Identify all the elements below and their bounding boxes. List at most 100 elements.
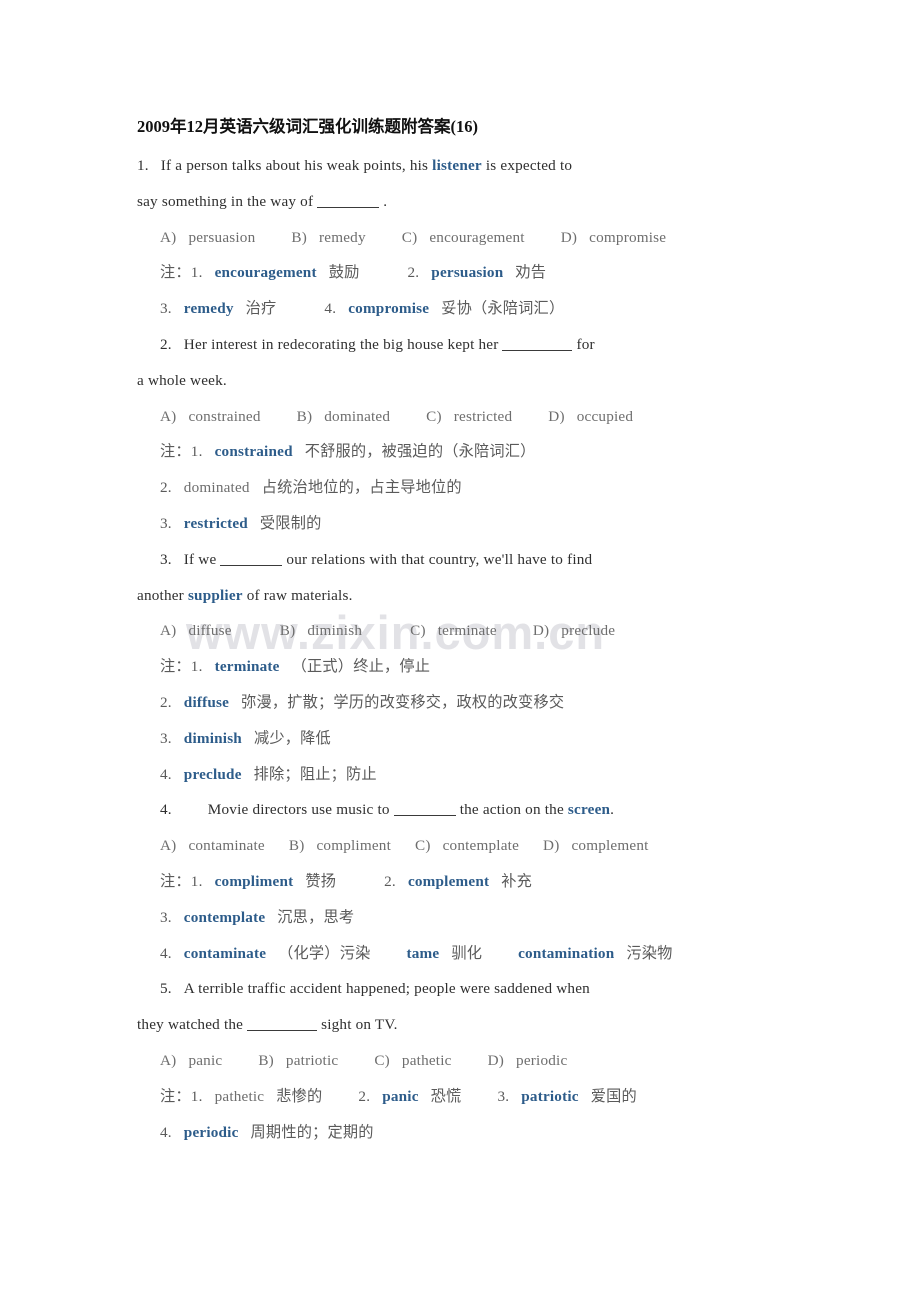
option-text-c[interactable]: restricted: [454, 408, 513, 425]
note-word-complement: complement: [407, 872, 490, 890]
note-word-diffuse: diffuse: [183, 693, 230, 711]
note-index: 4.: [160, 1123, 172, 1141]
option-letter: A): [160, 622, 177, 640]
note-word-contemplate: contemplate: [183, 908, 266, 926]
note-word-terminate: terminate: [214, 658, 280, 676]
question-3-stem-text-b: our relations with that country, we'll h…: [282, 550, 593, 568]
question-4-note-line-2: 3. contemplate 沉思，思考: [137, 900, 785, 936]
note-gloss: 悲惨的: [276, 1087, 323, 1105]
question-5-stem-text-c: sight on TV.: [317, 1016, 398, 1034]
question-1-note-line-1: 注：1. encouragement 鼓励 2. persuasion 劝告: [137, 255, 785, 291]
note-gloss: 沉思，思考: [277, 908, 355, 926]
note-index: 2.: [160, 479, 172, 497]
option-letter: A): [160, 407, 177, 425]
note-index: 3.: [160, 729, 172, 747]
note-index: 2.: [160, 693, 172, 711]
note-gloss: 受限制的: [259, 514, 322, 532]
note-word-encouragement: encouragement: [214, 264, 317, 282]
note-label: 注：: [160, 264, 191, 282]
note-label: 注：: [160, 658, 191, 676]
question-4-note-line-3: 4. contaminate （化学）污染 tame 驯化 contamination 污染…: [137, 936, 785, 972]
note-word-preclude: preclude: [183, 765, 242, 783]
note-word-restricted: restricted: [183, 514, 248, 532]
question-3-stem-text-a: If we: [183, 550, 221, 568]
option-letter: B): [291, 228, 307, 246]
option-text-c[interactable]: terminate: [438, 622, 497, 639]
note-index: 4.: [160, 944, 172, 962]
question-3-stem-text-d: of raw materials.: [242, 586, 353, 604]
question-4-stem-line-1: 4. Movie directors use music to the actio…: [137, 792, 785, 828]
option-text-a[interactable]: persuasion: [188, 229, 255, 246]
question-5-stem-line-2: they watched the sight on TV.: [137, 1007, 785, 1043]
question-4-stem-text-a: Movie directors use music to: [207, 801, 394, 819]
document-content: 2009年12月英语六级词汇强化训练题附答案(16) 1. If a person…: [137, 110, 785, 1150]
note-label: 注：: [160, 872, 191, 890]
question-2-number: 2.: [160, 335, 172, 353]
question-2-note-3: 3. restricted 受限制的: [137, 506, 785, 542]
option-text-a[interactable]: panic: [188, 1052, 222, 1069]
option-text-b[interactable]: patriotic: [286, 1052, 338, 1069]
note-index: 2.: [358, 1087, 371, 1105]
note-gloss: 劝告: [515, 264, 547, 282]
question-4-note-line-1: 注：1. compliment 赞扬 2. complement 补充: [137, 864, 785, 900]
question-1-number: 1.: [137, 157, 149, 174]
question-1-blank: [317, 206, 380, 208]
note-gloss: 补充: [501, 872, 533, 890]
option-letter: A): [160, 228, 177, 246]
question-3-number: 3.: [160, 550, 172, 568]
note-gloss: 赞扬: [305, 872, 337, 890]
question-2-stem-text-b: for: [572, 335, 595, 353]
option-text-d[interactable]: periodic: [516, 1052, 567, 1069]
question-3-stem-line-2: another supplier of raw materials.: [137, 578, 785, 614]
note-gloss: 治疗: [245, 300, 277, 318]
option-letter: D): [560, 228, 578, 246]
option-text-b[interactable]: dominated: [324, 408, 390, 425]
note-gloss: 鼓励: [328, 264, 360, 282]
option-text-b[interactable]: compliment: [316, 837, 391, 854]
option-text-d[interactable]: compromise: [589, 229, 666, 246]
document-page: www.zixin.com.cn 2009年12月英语六级词汇强化训练题附答案(…: [0, 0, 920, 1302]
question-4-stem-text-c: .: [610, 801, 615, 819]
option-text-c[interactable]: contemplate: [443, 837, 519, 854]
note-index: 1.: [190, 264, 203, 282]
question-4-stem-text-b: the action on the: [455, 801, 568, 819]
option-text-b[interactable]: diminish: [307, 622, 362, 639]
option-text-a[interactable]: diffuse: [188, 622, 231, 639]
question-1-note-line-2: 3. remedy 治疗 4. compromise 妥协（永陪词汇）: [137, 291, 785, 327]
option-text-a[interactable]: constrained: [188, 408, 260, 425]
note-index: 2.: [384, 872, 396, 890]
option-text-d[interactable]: occupied: [577, 408, 633, 425]
question-3-highlight-supplier: supplier: [187, 586, 243, 604]
note-gloss: 占统治地位的，占主导地位的: [261, 479, 462, 497]
note-index: 3.: [160, 514, 172, 532]
note-index: 1.: [190, 1087, 203, 1105]
note-gloss: 驯化: [451, 944, 483, 962]
option-letter: B): [296, 407, 313, 425]
question-3-stem-text-c: another: [137, 586, 188, 604]
option-text-d[interactable]: preclude: [561, 622, 615, 639]
option-text-c[interactable]: encouragement: [429, 229, 524, 246]
question-2-note-2: 2. dominated 占统治地位的，占主导地位的: [137, 470, 785, 506]
note-index: 1.: [190, 658, 203, 676]
note-index: 4.: [160, 765, 172, 783]
note-word-constrained: constrained: [214, 443, 293, 461]
note-word-dominated: dominated: [183, 479, 250, 497]
option-text-b[interactable]: remedy: [319, 229, 366, 246]
question-1-stem-line-1: 1. If a person talks about his weak point…: [137, 148, 785, 184]
note-word-compliment: compliment: [214, 872, 294, 890]
option-text-a[interactable]: contaminate: [188, 837, 264, 854]
question-2-stem-text-a: Her interest in redecorating the big hou…: [183, 335, 503, 353]
note-gloss: 周期性的；定期的: [250, 1123, 374, 1141]
note-word-compromise: compromise: [348, 300, 430, 318]
question-4-highlight-screen: screen: [567, 801, 611, 819]
option-text-c[interactable]: pathetic: [402, 1052, 452, 1069]
note-index: 1.: [190, 872, 203, 890]
question-2-note-1: 注：1. constrained 不舒服的，被强迫的（永陪词汇）: [137, 434, 785, 470]
note-gloss: 不舒服的，被强迫的（永陪词汇）: [304, 443, 536, 461]
note-index: 3.: [497, 1087, 510, 1105]
question-5-stem-text-a: A terrible traffic accident happened; pe…: [183, 980, 590, 998]
note-gloss: 污染物: [626, 944, 673, 962]
question-3-note-2: 2. diffuse 弥漫，扩散；学历的改变移交，政权的改变移交: [137, 685, 785, 721]
question-3-stem-line-1: 3. If we our relations with that country,…: [137, 542, 785, 578]
option-text-d[interactable]: complement: [571, 837, 648, 854]
